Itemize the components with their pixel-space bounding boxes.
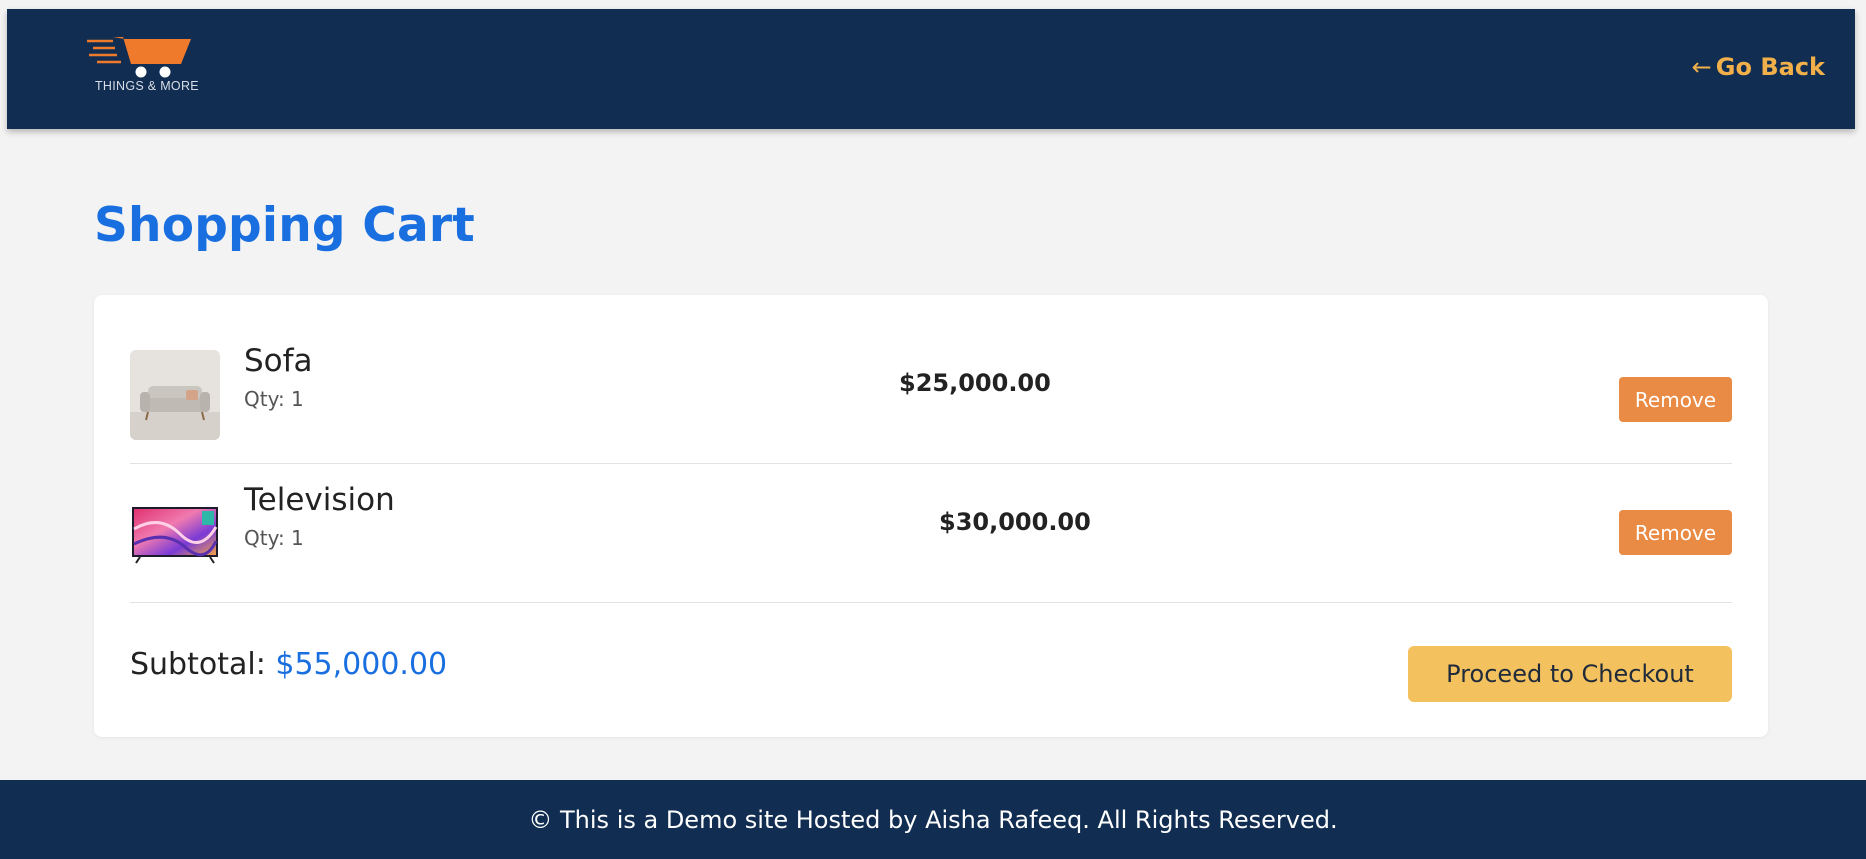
site-header: THINGS & MORE ← Go Back (7, 9, 1855, 129)
logo-text: THINGS & MORE (95, 79, 199, 93)
proceed-to-checkout-button[interactable]: Proceed to Checkout (1408, 646, 1732, 702)
television-thumbnail (130, 489, 220, 579)
item-name: Television (244, 482, 395, 518)
go-back-label: Go Back (1715, 53, 1825, 81)
subtotal-label: Subtotal: (130, 647, 266, 682)
site-logo[interactable]: THINGS & MORE (87, 31, 237, 97)
item-price: $30,000.00 (939, 508, 1091, 536)
remove-button[interactable]: Remove (1619, 510, 1732, 555)
site-footer: © This is a Demo site Hosted by Aisha Ra… (0, 780, 1866, 859)
back-arrow-icon: ← (1691, 53, 1712, 81)
go-back-link[interactable]: ← Go Back (1692, 53, 1825, 81)
cart-logo-icon (87, 37, 191, 78)
subtotal-value: $55,000.00 (275, 647, 448, 682)
item-quantity: Qty: 1 (244, 526, 304, 550)
page-title: Shopping Cart (94, 198, 475, 253)
item-price: $25,000.00 (899, 369, 1051, 397)
remove-button[interactable]: Remove (1619, 377, 1732, 422)
cart-item: Television Qty: 1 $30,000.00 Remove (130, 464, 1732, 603)
cart-item: Sofa Qty: 1 $25,000.00 Remove (130, 325, 1732, 464)
footer-text: © This is a Demo site Hosted by Aisha Ra… (528, 805, 1338, 834)
item-quantity: Qty: 1 (244, 387, 304, 411)
cart-panel: Sofa Qty: 1 $25,000.00 Remove Television… (94, 295, 1768, 737)
item-name: Sofa (244, 343, 313, 379)
sofa-thumbnail (130, 350, 220, 440)
subtotal: Subtotal: $55,000.00 (130, 647, 447, 682)
